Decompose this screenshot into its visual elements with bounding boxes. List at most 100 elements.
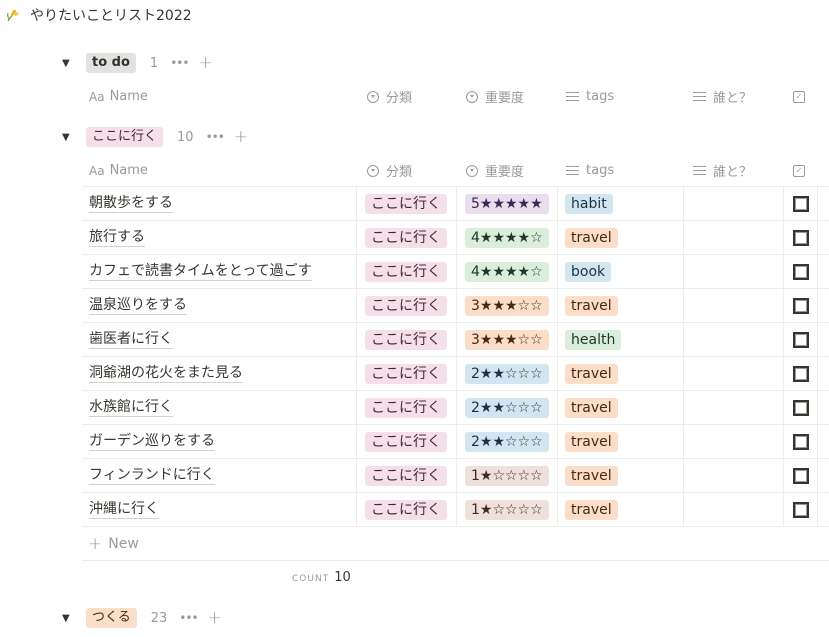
done-checkbox[interactable]: [792, 433, 809, 450]
importance-rating: 2★★☆☆☆: [465, 397, 549, 418]
table-row[interactable]: 洞爺湖の花火をまた見る ここに行く 2★★☆☆☆ travel: [82, 357, 829, 391]
plus-icon: +: [88, 534, 103, 554]
more-options-icon[interactable]: •••: [206, 130, 225, 144]
done-checkbox[interactable]: [792, 399, 809, 416]
category-tag: ここに行く: [365, 465, 447, 486]
column-header-name[interactable]: Aa Name: [89, 154, 148, 187]
with-whom-cell[interactable]: [684, 493, 784, 526]
table-row[interactable]: カフェで読書タイムをとって過ごす ここに行く 4★★★★☆ book: [82, 255, 829, 289]
column-header-tags[interactable]: tags: [566, 154, 614, 187]
with-whom-cell[interactable]: [684, 221, 784, 254]
more-options-icon[interactable]: •••: [170, 56, 189, 70]
select-property-icon: [466, 90, 478, 103]
group-tag: to do: [86, 53, 136, 73]
column-header-with-whom[interactable]: 誰と？: [693, 154, 752, 187]
column-header-done[interactable]: ✓: [793, 80, 805, 113]
with-whom-cell[interactable]: [684, 323, 784, 356]
multi-select-property-icon: [693, 91, 706, 102]
table-row[interactable]: フィンランドに行く ここに行く 1★☆☆☆☆ travel: [82, 459, 829, 493]
row-name[interactable]: 水族館に行く: [89, 398, 173, 417]
tag-pill: travel: [565, 431, 618, 452]
importance-rating: 1★☆☆☆☆: [465, 465, 549, 486]
with-whom-cell[interactable]: [684, 425, 784, 458]
table-row[interactable]: 歯医者に行く ここに行く 3★★★☆☆ health: [82, 323, 829, 357]
column-header-label: Name: [109, 163, 148, 178]
column-header-label: tags: [586, 89, 615, 104]
toggle-triangle-icon[interactable]: ▼: [62, 132, 76, 143]
row-name[interactable]: 洞爺湖の花火をまた見る: [89, 364, 243, 383]
checkbox-property-icon: ✓: [793, 164, 805, 177]
row-name[interactable]: 朝散歩をする: [89, 194, 173, 213]
column-header-importance[interactable]: 重要度: [466, 80, 524, 113]
select-property-icon: [367, 164, 379, 177]
with-whom-cell[interactable]: [684, 255, 784, 288]
with-whom-cell[interactable]: [684, 391, 784, 424]
importance-rating: 2★★☆☆☆: [465, 363, 549, 384]
rice-plant-icon: [6, 8, 20, 22]
tag-pill: travel: [565, 227, 618, 248]
importance-rating: 3★★★☆☆: [465, 295, 549, 316]
new-row-label: New: [108, 536, 139, 552]
column-header-name[interactable]: Aa Name: [89, 80, 148, 113]
category-tag: ここに行く: [365, 227, 447, 248]
group-header-todo: ▼ to do 1 ••• +: [62, 52, 213, 74]
with-whom-cell[interactable]: [684, 357, 784, 390]
row-name[interactable]: ガーデン巡りをする: [89, 432, 215, 451]
group-tag: ここに行く: [86, 127, 164, 147]
row-name[interactable]: 旅行する: [89, 228, 145, 247]
tag-pill: health: [565, 329, 622, 350]
group-count: 23: [150, 610, 168, 626]
importance-rating: 3★★★☆☆: [465, 329, 549, 350]
table-row[interactable]: ガーデン巡りをする ここに行く 2★★☆☆☆ travel: [82, 425, 829, 459]
text-property-icon: Aa: [89, 89, 105, 104]
done-checkbox[interactable]: [792, 263, 809, 280]
more-options-icon[interactable]: •••: [179, 611, 198, 625]
group-count: 10: [177, 129, 194, 145]
group-tag: つくる: [86, 608, 137, 628]
add-icon[interactable]: +: [198, 53, 212, 73]
category-tag: ここに行く: [365, 397, 447, 418]
done-checkbox[interactable]: [792, 365, 809, 382]
row-name[interactable]: 沖縄に行く: [89, 500, 159, 519]
with-whom-cell[interactable]: [684, 459, 784, 492]
add-icon[interactable]: +: [208, 608, 222, 628]
table-row[interactable]: 温泉巡りをする ここに行く 3★★★☆☆ travel: [82, 289, 829, 323]
tag-pill: travel: [565, 465, 618, 486]
row-name[interactable]: フィンランドに行く: [89, 466, 215, 485]
add-new-row-button[interactable]: + New: [82, 528, 829, 561]
column-header-tags[interactable]: tags: [566, 80, 614, 113]
table-row[interactable]: 旅行する ここに行く 4★★★★☆ travel: [82, 221, 829, 255]
done-checkbox[interactable]: [792, 297, 809, 314]
checkbox-property-icon: ✓: [793, 90, 805, 103]
with-whom-cell[interactable]: [684, 187, 784, 220]
column-header-category[interactable]: 分類: [367, 80, 412, 113]
column-header-category[interactable]: 分類: [367, 154, 412, 187]
row-name[interactable]: 歯医者に行く: [89, 330, 173, 349]
table-row[interactable]: 朝散歩をする ここに行く 5★★★★★ habit: [82, 187, 829, 221]
done-checkbox[interactable]: [792, 229, 809, 246]
column-header-label: 重要度: [485, 165, 525, 180]
column-header-importance[interactable]: 重要度: [466, 154, 524, 187]
done-checkbox[interactable]: [792, 195, 809, 212]
column-header-label: 誰と？: [713, 165, 753, 180]
with-whom-cell[interactable]: [684, 289, 784, 322]
add-icon[interactable]: +: [234, 127, 248, 147]
toggle-triangle-icon[interactable]: ▼: [62, 58, 76, 69]
group-header-make: ▼ つくる 23 ••• +: [62, 607, 222, 629]
category-tag: ここに行く: [365, 499, 447, 520]
row-name[interactable]: カフェで読書タイムをとって過ごす: [89, 262, 312, 281]
done-checkbox[interactable]: [792, 331, 809, 348]
table-row[interactable]: 水族館に行く ここに行く 2★★☆☆☆ travel: [82, 391, 829, 425]
category-tag: ここに行く: [365, 295, 447, 316]
toggle-triangle-icon[interactable]: ▼: [62, 613, 76, 624]
multi-select-property-icon: [566, 91, 579, 102]
column-header-with-whom[interactable]: 誰と？: [693, 80, 752, 113]
count-footer[interactable]: COUNT 10: [292, 570, 351, 585]
category-tag: ここに行く: [365, 193, 447, 214]
column-header-done[interactable]: ✓: [793, 154, 805, 187]
row-name[interactable]: 温泉巡りをする: [89, 296, 187, 315]
done-checkbox[interactable]: [792, 501, 809, 518]
done-checkbox[interactable]: [792, 467, 809, 484]
text-property-icon: Aa: [89, 163, 105, 178]
table-row[interactable]: 沖縄に行く ここに行く 1★☆☆☆☆ travel: [82, 493, 829, 527]
